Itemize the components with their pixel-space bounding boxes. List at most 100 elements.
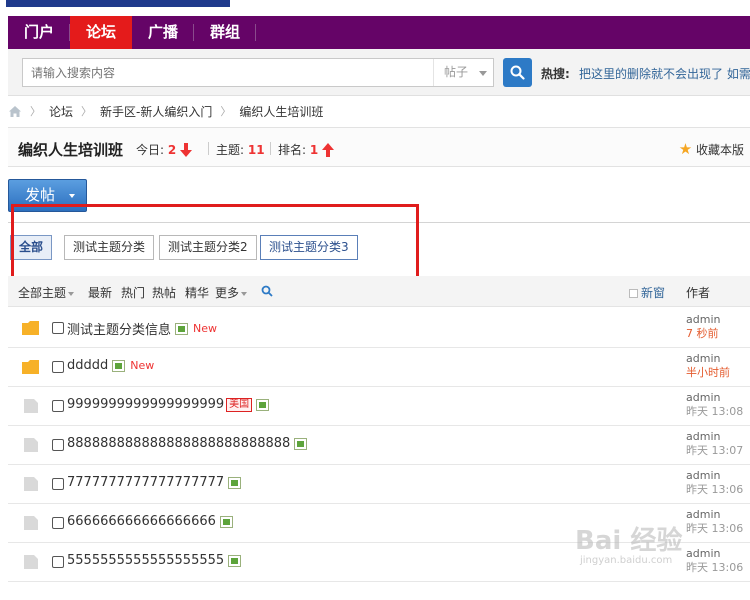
thread-author[interactable]: admin — [686, 547, 720, 560]
nav-forum[interactable]: 论坛 — [70, 16, 133, 49]
hot-search-label: 热搜: — [541, 67, 570, 81]
stat-topics: 主题: 11 — [216, 141, 265, 158]
thread-checkbox[interactable] — [52, 439, 64, 451]
thread-title-text: 7777777777777777777 — [67, 475, 225, 490]
new-post-label: 发帖 — [25, 186, 56, 204]
thread-author[interactable]: admin — [686, 430, 720, 443]
stat-today-value: 2 — [167, 143, 177, 157]
image-attachment-icon — [228, 554, 242, 567]
thread-time: 7 秒前 — [686, 327, 719, 340]
thread-title[interactable]: ddddd New — [67, 358, 154, 373]
new-badge: New — [130, 359, 155, 372]
stat-rank: 排名: 1 — [278, 141, 335, 158]
nav-portal[interactable]: 门户 — [8, 16, 71, 49]
thread-row[interactable]: 测试主题分类信息 New admin 7 秒前 — [8, 309, 750, 348]
thread-author[interactable]: admin — [686, 469, 720, 482]
thread-row[interactable]: ddddd New admin 半小时前 — [8, 348, 750, 387]
thread-checkbox[interactable] — [52, 517, 64, 529]
filter-digest[interactable]: 精华 — [185, 284, 209, 301]
thread-time: 昨天 13:06 — [686, 522, 744, 535]
breadcrumb-board[interactable]: 编织人生培训班 — [239, 103, 323, 120]
thread-checkbox[interactable] — [52, 361, 64, 373]
document-icon — [24, 477, 38, 491]
chevron-right-icon: 〉 — [81, 105, 93, 118]
thread-title[interactable]: 7777777777777777777 — [67, 475, 242, 490]
thread-time: 昨天 13:06 — [686, 561, 744, 574]
search-button[interactable] — [503, 58, 532, 87]
stat-rank-value: 1 — [309, 143, 319, 157]
chevron-right-icon: 〉 — [30, 105, 41, 118]
filter-all-topics[interactable]: 全部主题 — [18, 284, 75, 301]
chevron-down-icon — [479, 71, 487, 76]
stat-today: 今日: 2 — [136, 141, 193, 158]
favorite-button[interactable]: ★ 收藏本版 — [679, 140, 744, 158]
breadcrumb-forum[interactable]: 论坛 — [49, 103, 73, 120]
thread-title[interactable]: 9999999999999999999 美国 — [67, 397, 270, 412]
new-window-checkbox[interactable] — [629, 289, 638, 298]
thread-title-text: 666666666666666666 — [67, 514, 216, 529]
thread-author[interactable]: admin — [686, 352, 720, 365]
thread-row[interactable]: 9999999999999999999 美国 admin 昨天 13:08 — [8, 387, 750, 426]
thread-checkbox[interactable] — [52, 400, 64, 412]
thread-author[interactable]: admin — [686, 508, 720, 521]
filter-all-topics-label: 全部主题 — [18, 286, 67, 300]
thread-checkbox[interactable] — [52, 478, 64, 490]
thread-title-text: 测试主题分类信息 — [67, 323, 172, 338]
arrow-down-icon — [180, 143, 193, 157]
divider — [208, 142, 209, 155]
document-icon — [24, 555, 38, 569]
image-attachment-icon — [256, 398, 270, 411]
thread-row[interactable]: 888888888888888888888888888 admin 昨天 13:… — [8, 426, 750, 465]
thread-title[interactable]: 666666666666666666 — [67, 514, 233, 529]
search-icon — [510, 65, 525, 80]
thread-title[interactable]: 888888888888888888888888888 — [67, 436, 308, 451]
search-type-select[interactable]: 帖子 — [433, 59, 495, 86]
stat-rank-label: 排名: — [278, 143, 307, 157]
top-strip — [6, 0, 230, 7]
image-attachment-icon — [175, 322, 189, 335]
nav-groups[interactable]: 群组 — [194, 16, 257, 49]
search-icon[interactable] — [261, 285, 273, 297]
author-column-header: 作者 — [686, 286, 711, 300]
thread-title[interactable]: 测试主题分类信息 New — [67, 319, 217, 338]
thread-time: 昨天 13:08 — [686, 405, 744, 418]
new-window-label: 新窗 — [641, 286, 666, 300]
forum-header: 编织人生培训班 今日: 2 主题: 11 排名: 1 ★ 收藏本版 — [8, 127, 750, 167]
thread-title-text: 5555555555555555555 — [67, 553, 225, 568]
breadcrumb-section[interactable]: 新手区-新人编织入门 — [100, 103, 212, 120]
nav-portal-label: 门户 — [24, 23, 55, 41]
hot-search-link[interactable]: 把这里的删除就不会出现了 如需 — [579, 65, 750, 82]
search-bar: 帖子 热搜: 把这里的删除就不会出现了 如需 — [8, 49, 750, 96]
filter-more-label: 更多 — [215, 286, 240, 300]
thread-title-text: 888888888888888888888888888 — [67, 436, 291, 451]
search-input[interactable] — [31, 59, 431, 86]
home-icon[interactable] — [8, 105, 22, 118]
new-badge: New — [193, 322, 218, 335]
image-attachment-icon — [294, 437, 308, 450]
image-attachment-icon — [112, 359, 126, 372]
folder-new-icon — [22, 360, 39, 374]
nav-separator — [255, 24, 257, 41]
filter-latest[interactable]: 最新 — [88, 284, 112, 301]
thread-time: 昨天 13:06 — [686, 483, 744, 496]
thread-checkbox[interactable] — [52, 556, 64, 568]
thread-title[interactable]: 5555555555555555555 — [67, 553, 242, 568]
thread-title-text: ddddd — [67, 358, 109, 373]
nav-groups-label: 群组 — [210, 23, 241, 41]
thread-author[interactable]: admin — [686, 391, 720, 404]
nav-forum-label: 论坛 — [86, 23, 117, 41]
filter-hot[interactable]: 热帖 — [152, 284, 176, 301]
filter-more[interactable]: 更多 — [215, 284, 248, 301]
thread-author[interactable]: admin — [686, 313, 720, 326]
region-tag: 美国 — [226, 397, 253, 412]
nav-broadcast[interactable]: 广播 — [132, 16, 195, 49]
thread-time: 半小时前 — [686, 366, 730, 379]
thread-checkbox[interactable] — [52, 322, 64, 334]
filter-popular[interactable]: 热门 — [121, 284, 145, 301]
favorite-label: 收藏本版 — [695, 143, 744, 157]
new-window-toggle[interactable]: 新窗 — [629, 284, 665, 301]
thread-time: 昨天 13:07 — [686, 444, 744, 457]
chevron-down-icon — [68, 291, 75, 296]
thread-row[interactable]: 7777777777777777777 admin 昨天 13:06 — [8, 465, 750, 504]
document-icon — [24, 399, 38, 413]
